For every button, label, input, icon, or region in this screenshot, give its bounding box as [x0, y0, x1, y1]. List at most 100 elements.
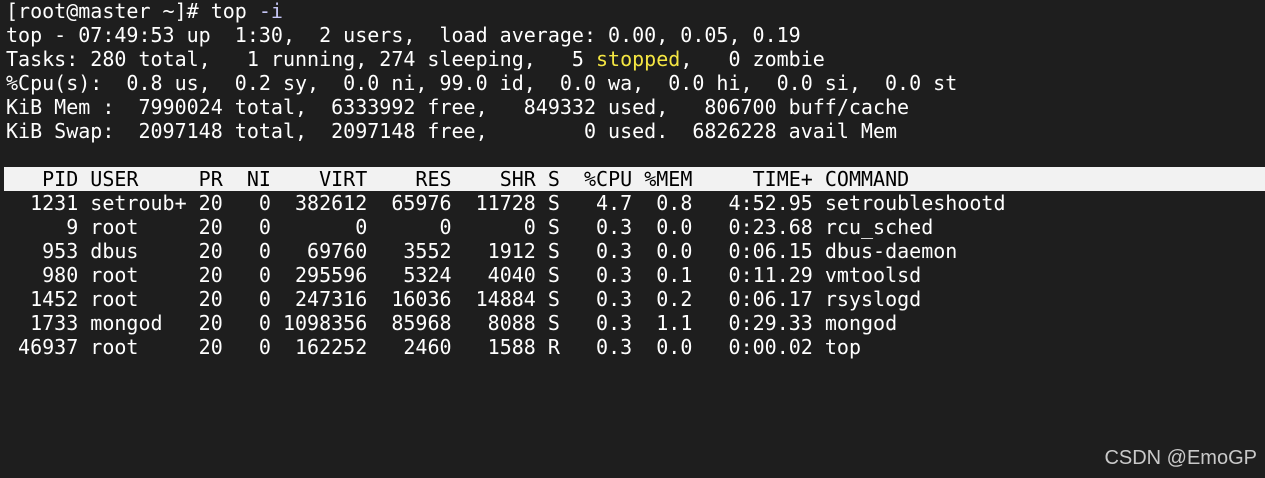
cell-mem: 0.0 [632, 239, 693, 263]
cell-cpu: 0.3 [559, 239, 633, 263]
cell-virt: 295596 [270, 263, 368, 287]
cell-ni: 0 [222, 287, 271, 311]
cell-command: dbus-daemon [812, 239, 958, 263]
column-header-shr: SHR [451, 167, 536, 191]
cpu-line: %Cpu(s): 0.8 us, 0.2 sy, 0.0 ni, 99.0 id… [6, 71, 958, 95]
cell-cpu: 0.3 [559, 335, 633, 359]
cell-res: 3552 [367, 239, 452, 263]
cell-pr: 20 [186, 239, 223, 263]
cell-time: 0:06.15 [692, 239, 813, 263]
cell-user: dbus [78, 239, 187, 263]
cell-time: 0:06.17 [692, 287, 813, 311]
cell-pr: 20 [186, 335, 223, 359]
cell-user: root [78, 287, 187, 311]
cell-cpu: 0.3 [559, 215, 633, 239]
cell-shr: 1588 [451, 335, 536, 359]
cell-s: S [535, 311, 560, 335]
cell-res: 85968 [367, 311, 452, 335]
cell-user: setroub+ [78, 191, 187, 215]
cell-pid: 9 [6, 215, 79, 239]
column-header-virt: VIRT [270, 167, 368, 191]
cell-ni: 0 [222, 191, 271, 215]
cell-shr: 8088 [451, 311, 536, 335]
cell-command: rsyslogd [812, 287, 922, 311]
cell-shr: 1912 [451, 239, 536, 263]
shell-prompt: [root@master ~]# [6, 0, 211, 23]
mem-line: KiB Mem : 7990024 total, 6333992 free, 8… [6, 95, 910, 119]
command-argument: -i [246, 0, 283, 23]
cell-pid: 1231 [6, 191, 79, 215]
cell-shr: 11728 [451, 191, 536, 215]
cell-cpu: 4.7 [559, 191, 633, 215]
cell-user: mongod [78, 311, 187, 335]
cell-mem: 1.1 [632, 311, 693, 335]
cell-s: S [535, 239, 560, 263]
table-row: 1231 setroub+ 20 0 382612 65976 11728 S … [6, 191, 1265, 215]
swap-line: KiB Swap: 2097148 total, 2097148 free, 0… [6, 119, 898, 143]
column-header-pid: PID [6, 167, 79, 191]
cell-pr: 20 [186, 191, 223, 215]
tasks-prefix: Tasks: 280 total, 1 running, 274 sleepin… [6, 47, 597, 71]
cell-res: 65976 [367, 191, 452, 215]
cell-virt: 0 [270, 215, 368, 239]
column-header-cpu: %CPU [559, 167, 633, 191]
cell-command: top [812, 335, 861, 359]
cell-res: 5324 [367, 263, 452, 287]
column-header-ni: NI [222, 167, 271, 191]
cell-pr: 20 [186, 287, 223, 311]
cell-mem: 0.1 [632, 263, 693, 287]
cell-s: R [535, 335, 560, 359]
cell-virt: 69760 [270, 239, 368, 263]
table-row: 9 root 20 0 0 0 0 S 0.3 0.0 0:23.68 rcu_… [6, 215, 1265, 239]
table-row: 1733 mongod 20 0 1098356 85968 8088 S 0.… [6, 311, 1265, 335]
process-table: 1231 setroub+ 20 0 382612 65976 11728 S … [6, 191, 1265, 359]
tasks-line: Tasks: 280 total, 1 running, 274 sleepin… [6, 47, 1265, 71]
watermark: CSDN @EmoGP [1104, 447, 1257, 469]
cell-command: vmtoolsd [812, 263, 922, 287]
cell-time: 0:23.68 [692, 215, 813, 239]
cell-user: root [78, 263, 187, 287]
cell-cpu: 0.3 [559, 311, 633, 335]
cell-pid: 953 [6, 239, 79, 263]
cell-mem: 0.0 [632, 215, 693, 239]
terminal-window[interactable]: [root@master ~]# top -i top - 07:49:53 u… [0, 0, 1265, 478]
column-header-user: USER [78, 167, 187, 191]
cell-virt: 247316 [270, 287, 368, 311]
column-header-mem: %MEM [632, 167, 693, 191]
prompt-line: [root@master ~]# top -i [6, 0, 1265, 23]
cell-s: S [535, 215, 560, 239]
cell-pid: 980 [6, 263, 79, 287]
cell-command: rcu_sched [812, 215, 934, 239]
cell-mem: 0.0 [632, 335, 693, 359]
table-row: 980 root 20 0 295596 5324 4040 S 0.3 0.1… [6, 263, 1265, 287]
cell-shr: 0 [451, 215, 536, 239]
cell-ni: 0 [222, 335, 271, 359]
cell-pr: 20 [186, 311, 223, 335]
cell-virt: 382612 [270, 191, 368, 215]
uptime-line: top - 07:49:53 up 1:30, 2 users, load av… [6, 23, 801, 47]
cell-pr: 20 [186, 215, 223, 239]
cell-pid: 1452 [6, 287, 79, 311]
cell-res: 16036 [367, 287, 452, 311]
tasks-suffix: , 0 zombie [680, 47, 825, 71]
cell-virt: 1098356 [270, 311, 368, 335]
cell-time: 0:00.02 [692, 335, 813, 359]
cell-ni: 0 [222, 263, 271, 287]
column-header-command: COMMAND [812, 167, 910, 191]
cell-res: 2460 [367, 335, 452, 359]
cell-time: 0:29.33 [692, 311, 813, 335]
cell-cpu: 0.3 [559, 287, 633, 311]
column-header-s: S [535, 167, 560, 191]
column-header-pr: PR [186, 167, 223, 191]
cell-pid: 46937 [6, 335, 79, 359]
cell-shr: 4040 [451, 263, 536, 287]
cell-ni: 0 [222, 311, 271, 335]
cell-s: S [535, 191, 560, 215]
cell-pid: 1733 [6, 311, 79, 335]
table-row: 1452 root 20 0 247316 16036 14884 S 0.3 … [6, 287, 1265, 311]
cell-pr: 20 [186, 263, 223, 287]
cell-mem: 0.8 [632, 191, 693, 215]
cell-shr: 14884 [451, 287, 536, 311]
column-header-res: RES [367, 167, 452, 191]
